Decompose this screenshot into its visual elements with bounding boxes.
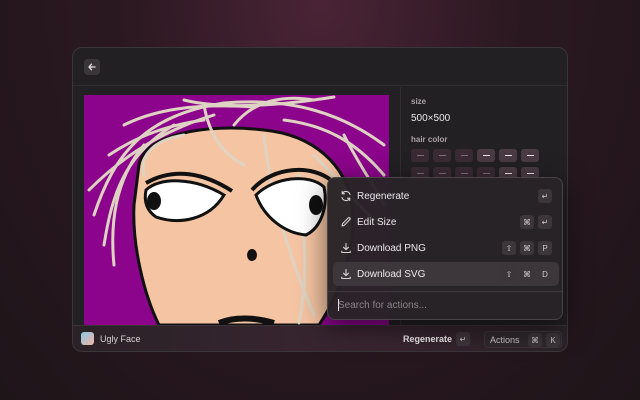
k-key-hint: K [546,333,560,347]
enter-key-hint: ↵ [538,215,552,229]
p-key-hint: P [538,241,552,255]
command-key-hint: ⌘ [528,333,542,347]
hair-color-swatches [411,149,539,162]
actions-button[interactable]: Actions ⌘ K [484,331,562,348]
action-bar: Ugly Face Regenerate ↵ Actions ⌘ K [73,325,567,351]
app-name: Ugly Face [100,334,141,344]
command-key-hint: ⌘ [520,215,534,229]
command-key-hint: ⌘ [520,267,534,281]
shift-key-hint: ⇧ [502,241,516,255]
refresh-icon [340,190,352,202]
menu-item-label: Download SVG [357,269,426,280]
menu-item-edit-size[interactable]: Edit Size ⌘ ↵ [333,210,559,234]
menu-divider [328,291,562,292]
back-button[interactable] [84,59,100,75]
menu-item-label: Regenerate [357,191,410,202]
download-icon [340,268,352,280]
size-value: 500×500 [411,113,451,124]
enter-key-hint: ↵ [456,332,470,346]
menu-item-download-png[interactable]: Download PNG ⇧ ⌘ P [333,236,559,260]
enter-key-hint: ↵ [538,189,552,203]
command-key-hint: ⌘ [520,241,534,255]
d-key-hint: D [538,267,552,281]
actions-label: Actions [490,335,520,345]
actions-search-input[interactable] [338,298,553,312]
top-bar [73,48,567,86]
arrow-left-icon [88,63,96,71]
hair-color-label: hair color [411,135,448,144]
hair-swatch[interactable] [455,149,473,162]
menu-item-regenerate[interactable]: Regenerate ↵ [333,184,559,208]
hair-swatch[interactable] [499,149,517,162]
size-label: size [411,97,427,106]
actions-menu: Regenerate ↵ Edit Size ⌘ ↵ Download PNG … [327,177,563,320]
hair-swatch[interactable] [521,149,539,162]
hair-swatch[interactable] [477,149,495,162]
pencil-icon [340,216,352,228]
menu-item-label: Edit Size [357,217,397,228]
app-icon [81,332,94,345]
hair-swatch[interactable] [411,149,429,162]
menu-item-label: Download PNG [357,243,426,254]
download-icon [340,242,352,254]
hair-swatch[interactable] [433,149,451,162]
menu-item-download-svg[interactable]: Download SVG ⇧ ⌘ D [333,262,559,286]
regenerate-button[interactable]: Regenerate [403,334,452,344]
shift-key-hint: ⇧ [502,267,516,281]
